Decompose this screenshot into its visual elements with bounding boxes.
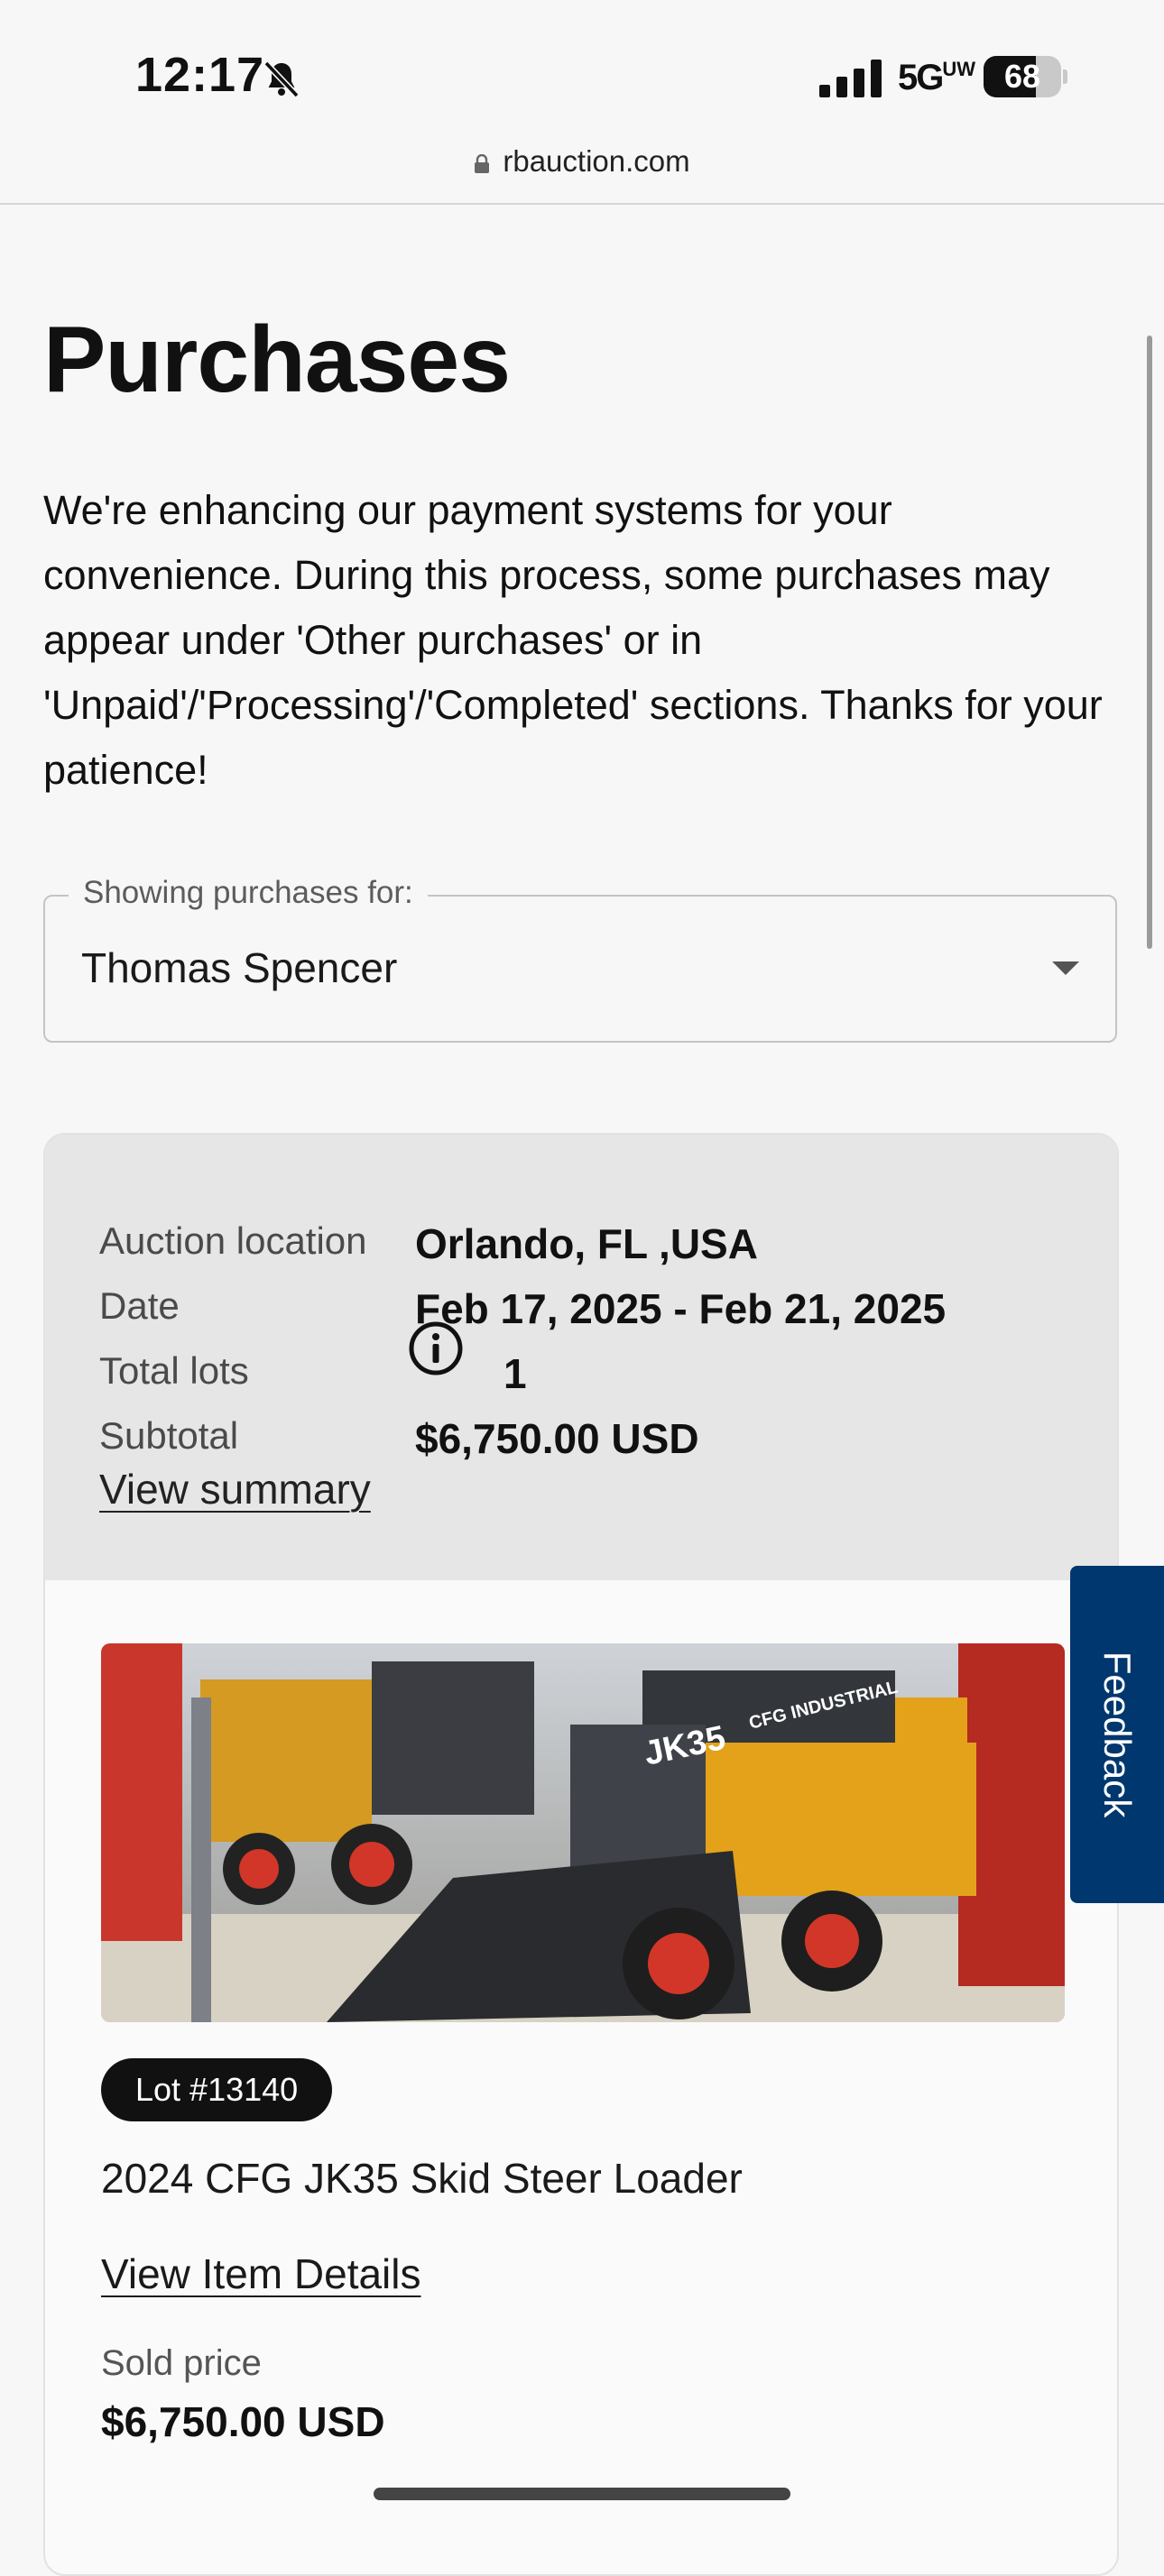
auction-location-value: Orlando, FL ,USA	[415, 1220, 758, 1267]
buyer-select-value: Thomas Spencer	[81, 944, 398, 991]
auction-card: Auction location Orlando, FL ,USA Date F…	[43, 1133, 1119, 2576]
network-type: 5GUW	[898, 58, 976, 97]
lock-icon	[475, 154, 490, 173]
subtotal-value: $6,750.00 USD	[415, 1415, 699, 1462]
lot-photo[interactable]: JK35 CFG INDUSTRIAL	[101, 1643, 1065, 2022]
feedback-label: Feedback	[1096, 1651, 1139, 1818]
skid-steer-image: JK35 CFG INDUSTRIAL	[101, 1643, 1065, 2022]
address-bar[interactable]: rbauction.com	[0, 144, 1164, 179]
feedback-tab[interactable]: Feedback	[1070, 1566, 1164, 1903]
view-item-details-link[interactable]: View Item Details	[101, 2249, 421, 2298]
buyer-select[interactable]: Showing purchases for: Thomas Spencer	[43, 875, 1117, 1043]
home-indicator[interactable]	[374, 2488, 790, 2500]
payment-notice: We're enhancing our payment systems for …	[43, 487, 1103, 793]
lot-title: 2024 CFG JK35 Skid Steer Loader	[101, 2155, 743, 2202]
buyer-select-label: Showing purchases for:	[69, 875, 428, 911]
total-lots-label: Total lots	[99, 1349, 249, 1392]
info-circle-icon[interactable]	[408, 1320, 464, 1376]
sold-price-label: Sold price	[101, 2343, 262, 2383]
subtotal-label: Subtotal	[99, 1414, 239, 1457]
auction-location-label: Auction location	[99, 1219, 367, 1262]
auction-summary: Auction location Orlando, FL ,USA Date F…	[45, 1135, 1117, 1580]
network-suffix: UW	[942, 58, 976, 80]
total-lots-value: 1	[503, 1350, 527, 1397]
bell-slash-icon	[263, 60, 300, 98]
battery-percent: 68	[1003, 58, 1041, 95]
status-bar: 12:17 5GUW 68	[0, 0, 1164, 153]
status-time: 12:17	[135, 48, 265, 102]
scrollbar[interactable]	[1147, 336, 1152, 949]
view-summary-link[interactable]: View summary	[99, 1465, 371, 1513]
header-divider	[0, 203, 1164, 205]
auction-date-label: Date	[99, 1284, 180, 1327]
url-text: rbauction.com	[503, 144, 690, 178]
cellular-signal-icon	[819, 60, 882, 97]
auction-date-value: Feb 17, 2025 - Feb 21, 2025	[415, 1285, 947, 1332]
caret-down-icon	[1052, 961, 1079, 975]
page-title: Purchases	[43, 308, 511, 412]
lot-number-badge: Lot #13140	[101, 2058, 333, 2121]
sold-price-value: $6,750.00 USD	[101, 2398, 385, 2445]
battery-icon: 68	[984, 56, 1067, 99]
